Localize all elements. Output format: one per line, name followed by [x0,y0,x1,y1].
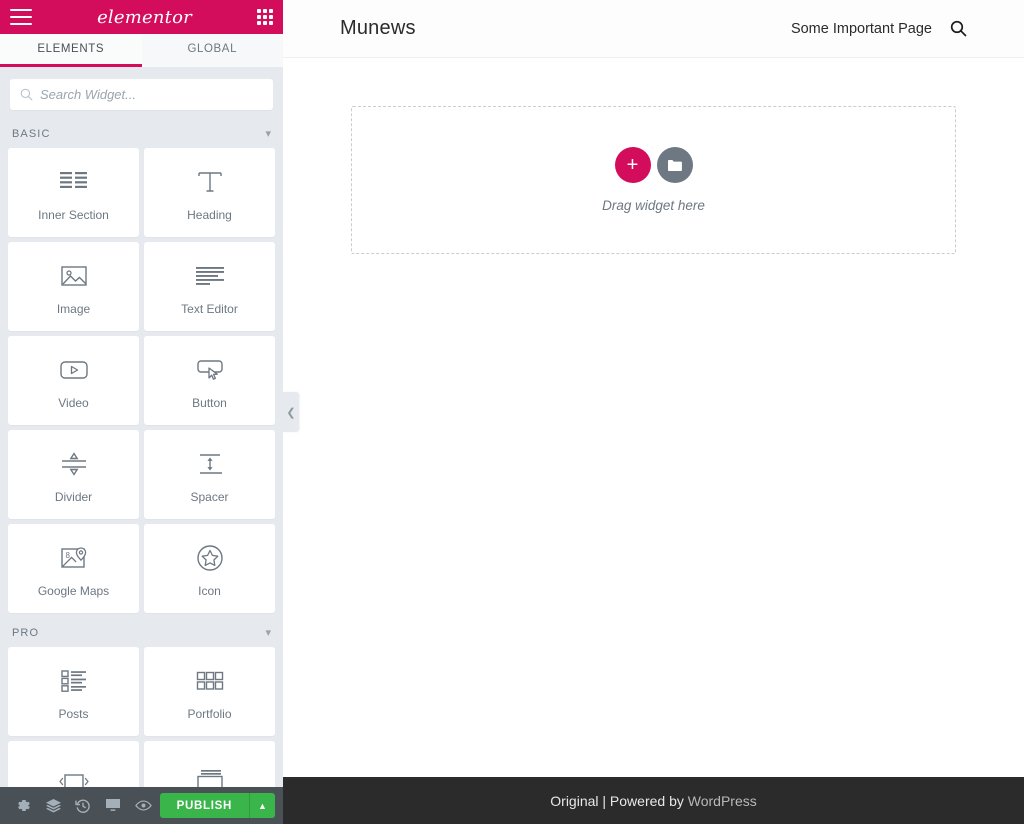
widget-label: Google Maps [37,584,110,598]
google-maps-pin-icon: 8 [60,539,88,577]
caret-up-icon[interactable]: ▲ [249,793,275,818]
widget-label: Text Editor [181,302,238,316]
star-circle-icon [196,539,224,577]
chevron-down-icon[interactable]: ▾ [265,627,271,639]
site-body: + Drag widget here [283,58,1024,777]
widget-label: Posts [58,707,89,721]
widget-button[interactable]: Button [144,336,275,425]
widget-portfolio[interactable]: Portfolio [144,647,275,736]
panel-footer-toolbar: PUBLISH ▲ [0,787,283,824]
plus-icon[interactable]: + [614,147,651,183]
widget-label: Video [58,396,89,410]
posts-list-icon [60,662,88,700]
widget-posts[interactable]: Posts [8,647,139,736]
widget-text-editor[interactable]: Text Editor [144,242,275,331]
widget-label: Portfolio [187,707,232,721]
site-footer: Original | Powered by WordPress [283,777,1024,824]
widget-inner-section[interactable]: Inner Section [8,148,139,237]
footer-credit-prefix: Original | Powered by [550,792,688,809]
category-header-basic[interactable]: BASIC ▾ [0,118,283,148]
preview-eye-icon[interactable] [128,787,158,824]
widget-heading[interactable]: Heading [144,148,275,237]
category-header-pro[interactable]: PRO ▾ [0,617,283,647]
search-icon [20,88,33,101]
publish-button[interactable]: PUBLISH [159,793,249,818]
panel-header: elementor [0,0,283,34]
divider-icon [59,445,89,483]
text-editor-icon [195,257,225,295]
widget-label: Divider [54,490,93,504]
site-header: Munews Some Important Page [283,0,1024,58]
editor-panel: elementor ELEMENTS GLOBAL BA [0,0,283,824]
inner-section-icon [59,163,89,201]
empty-section-dropzone[interactable]: + Drag widget here [351,106,956,254]
search-box[interactable] [10,79,273,110]
widget-label: Image [56,302,91,316]
chevron-down-icon[interactable]: ▾ [265,128,271,140]
widget-google-maps[interactable]: 8 Google Maps [8,524,139,613]
widget-divider[interactable]: Divider [8,430,139,519]
button-cursor-icon [195,351,225,389]
search-input[interactable] [40,87,263,102]
widget-grid-basic: Inner Section Heading Image Text Editor … [0,148,283,617]
widget-label: Icon [198,584,221,598]
form-monitor-icon [195,763,225,787]
spacer-icon [195,445,225,483]
site-title: Munews [340,17,416,39]
widget-video[interactable]: Video [8,336,139,425]
site-nav: Some Important Page [791,20,967,37]
tab-elements[interactable]: ELEMENTS [0,34,142,67]
site-preview: ❮ Munews Some Important Page + Drag widg… [283,0,1024,824]
history-clock-icon[interactable] [68,787,98,824]
widget-label: Spacer [190,490,229,504]
dropzone-hint: Drag widget here [602,198,705,213]
widget-icon[interactable]: Icon [144,524,275,613]
widget-label: Heading [187,208,232,222]
category-title: BASIC [12,128,51,140]
widget-form[interactable] [144,741,275,787]
elementor-editor: elementor ELEMENTS GLOBAL BA [0,0,1024,824]
settings-gear-icon[interactable] [8,787,38,824]
tab-global[interactable]: GLOBAL [141,34,283,67]
layers-navigator-icon[interactable] [38,787,68,824]
heading-t-icon [196,163,224,201]
widget-label: Inner Section [38,208,109,222]
search-icon[interactable] [950,20,967,37]
portfolio-grid-icon [196,662,224,700]
search-widget-container [0,67,283,118]
slides-icon [58,763,90,787]
panel-tabs: ELEMENTS GLOBAL [0,34,283,67]
widget-grid-pro: Posts Portfolio [0,647,283,787]
svg-text:8: 8 [65,551,70,560]
image-icon [60,257,88,295]
widget-spacer[interactable]: Spacer [144,430,275,519]
publish-group: PUBLISH ▲ [159,793,275,818]
widget-label: Button [192,396,227,410]
folder-icon[interactable] [656,147,693,183]
hamburger-icon[interactable] [10,9,32,25]
panel-collapse-handle[interactable]: ❮ [283,392,299,432]
widget-slides[interactable] [8,741,139,787]
widget-image[interactable]: Image [8,242,139,331]
footer-credit: Original | Powered by WordPress [550,793,756,809]
category-title: PRO [12,627,40,639]
responsive-monitor-icon[interactable] [98,787,128,824]
video-play-icon [59,351,89,389]
grid-apps-icon[interactable] [256,9,273,25]
elementor-logo: elementor [97,6,192,28]
dropzone-buttons: + [614,147,693,183]
footer-credit-brand[interactable]: WordPress [688,793,757,809]
panel-scroll-region[interactable]: BASIC ▾ Inne [0,67,283,787]
nav-link-some-important-page[interactable]: Some Important Page [791,21,932,37]
